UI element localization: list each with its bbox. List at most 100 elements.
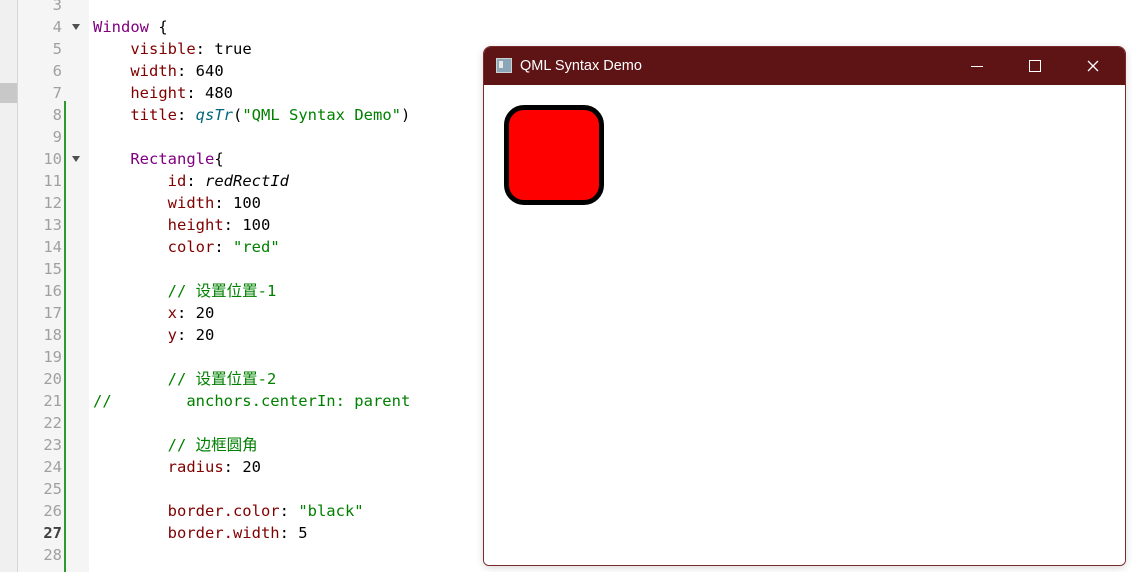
code-text: Rectangle{	[93, 148, 224, 170]
code-text: border.color: "black"	[93, 500, 364, 522]
code-token: height	[130, 84, 187, 102]
line-number: 19	[43, 348, 62, 366]
line-number: 23	[43, 436, 62, 454]
code-token: 边框圆角	[195, 436, 258, 454]
code-token: // anchors.centerIn: parent	[93, 392, 411, 410]
code-text: visible: true	[93, 38, 252, 60]
code-line[interactable]: 4 Window {	[0, 16, 1132, 38]
window-title: QML Syntax Demo	[520, 58, 642, 74]
code-token: color	[167, 238, 215, 256]
line-number: 12	[43, 194, 62, 212]
line-number: 7	[52, 84, 62, 102]
line-number: 25	[43, 480, 62, 498]
code-token: : 100	[214, 194, 261, 212]
window-client-area	[484, 85, 1125, 565]
code-token: x	[167, 304, 177, 322]
code-token: : true	[195, 40, 252, 58]
code-text: Window {	[93, 16, 168, 38]
line-number: 13	[43, 216, 62, 234]
line-number: 15	[43, 260, 62, 278]
code-token: : 20	[177, 304, 215, 322]
code-token: width	[130, 62, 177, 80]
code-token: :	[177, 106, 196, 124]
line-number: 9	[52, 128, 62, 146]
fold-arrow-icon[interactable]	[72, 156, 80, 162]
line-number: 6	[52, 62, 62, 80]
code-token: border.color	[167, 502, 280, 520]
code-token: )	[400, 106, 411, 124]
code-text: height: 100	[93, 214, 271, 236]
code-token: : 640	[177, 62, 224, 80]
line-number: 11	[43, 172, 62, 190]
code-token: : 20	[177, 326, 215, 344]
app-icon	[496, 58, 512, 73]
code-text: width: 100	[93, 192, 261, 214]
code-token: -1	[257, 282, 277, 300]
code-token: :	[186, 172, 205, 190]
code-token: id	[167, 172, 187, 190]
line-number: 4	[52, 18, 62, 36]
close-icon	[1087, 60, 1099, 72]
code-token: radius	[167, 458, 224, 476]
code-text: // 设置位置-1	[93, 280, 277, 302]
code-text: color: "red"	[93, 236, 280, 258]
fold-arrow-icon[interactable]	[72, 24, 80, 30]
code-token: : 480	[186, 84, 233, 102]
line-number: 24	[43, 458, 62, 476]
minimize-button[interactable]	[948, 47, 1006, 85]
line-number: 16	[43, 282, 62, 300]
code-token: Window	[93, 18, 149, 36]
line-number: 18	[43, 326, 62, 344]
line-number: 14	[43, 238, 62, 256]
code-text: id: redRectId	[93, 170, 289, 192]
code-text: x: 20	[93, 302, 215, 324]
code-token: height	[167, 216, 224, 234]
code-text: height: 480	[93, 82, 233, 104]
code-token: redRectId	[205, 172, 289, 190]
code-text: // 边框圆角	[93, 434, 258, 456]
code-token: //	[167, 282, 196, 300]
code-token: (	[233, 106, 243, 124]
maximize-button[interactable]	[1006, 47, 1064, 85]
code-token: :	[279, 502, 299, 520]
line-number: 27	[43, 524, 62, 542]
red-rectangle	[504, 105, 604, 205]
maximize-icon	[1029, 60, 1041, 72]
code-token: visible	[130, 40, 196, 58]
window-titlebar[interactable]: QML Syntax Demo	[484, 47, 1125, 85]
line-number: 22	[43, 414, 62, 432]
code-token: "red"	[233, 238, 280, 256]
close-button[interactable]	[1064, 47, 1122, 85]
qml-app-window[interactable]: QML Syntax Demo	[483, 46, 1126, 566]
code-token: {	[214, 150, 224, 168]
minimize-icon	[971, 65, 983, 67]
code-token: "QML Syntax Demo"	[242, 106, 401, 124]
code-text: title: qsTr("QML Syntax Demo")	[93, 104, 410, 126]
line-number: 20	[43, 370, 62, 388]
code-token: qsTr	[195, 106, 233, 124]
code-token: //	[167, 436, 196, 454]
line-number: 26	[43, 502, 62, 520]
code-token: 设置位置	[195, 282, 258, 300]
line-number: 5	[52, 40, 62, 58]
code-token: Rectangle	[130, 150, 215, 168]
code-token: border.width	[167, 524, 280, 542]
code-line[interactable]: 3	[0, 0, 1132, 16]
code-text: // anchors.centerIn: parent	[93, 390, 410, 412]
